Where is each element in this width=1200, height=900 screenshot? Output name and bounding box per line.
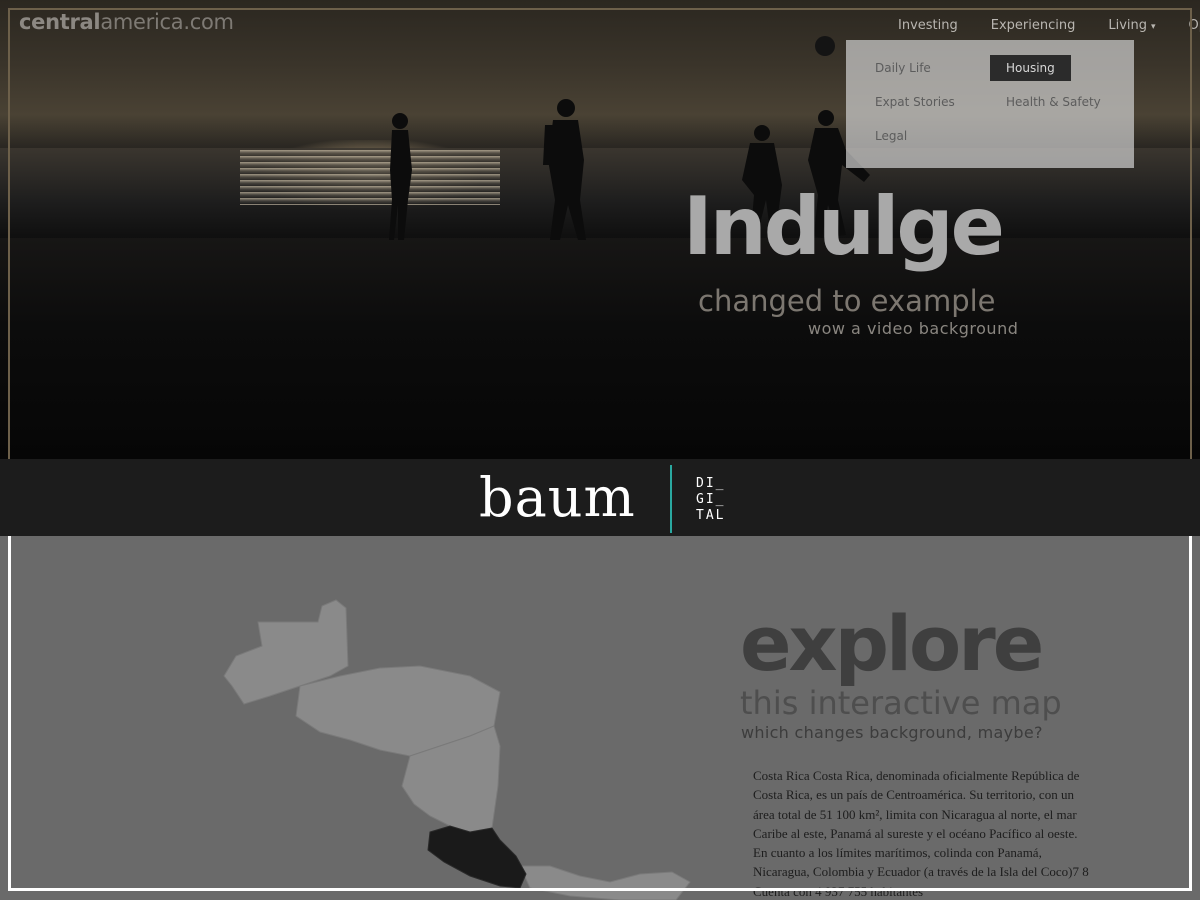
menu-item-housing[interactable]: Housing [990, 55, 1071, 81]
explore-section: explore this interactive map which chang… [0, 536, 1200, 900]
living-dropdown-menu: Daily Life Housing Expat Stories Health … [846, 40, 1134, 168]
map-country-costa-rica[interactable] [427, 825, 527, 889]
central-america-map [223, 599, 691, 900]
explore-subtitle: this interactive map [740, 684, 1062, 722]
nav-living[interactable]: Living ▾ [1108, 18, 1155, 33]
hero-note: wow a video background [808, 319, 1019, 338]
explore-title: explore [740, 599, 1044, 688]
brand-tag-line-3: TAL [696, 508, 726, 523]
menu-item-health-safety[interactable]: Health & Safety [1006, 95, 1101, 109]
brand-wordmark: baum [479, 466, 636, 529]
explore-description: Costa Rica Costa Rica, denominada oficia… [753, 768, 1089, 899]
brand-tag-line-1: DI_ [696, 476, 726, 491]
hero-video-background: centralamerica.com Investing Experiencin… [0, 0, 1200, 460]
nav-investing[interactable]: Investing [898, 18, 958, 33]
nav-living-label: Living [1108, 18, 1148, 33]
main-nav: Investing Experiencing Living▾ Opinion [898, 18, 1200, 33]
menu-item-daily-life[interactable]: Daily Life [875, 61, 931, 75]
hero-title: Indulge [683, 180, 1005, 273]
brand-tagline: DI_ GI_ TAL [696, 476, 725, 524]
nav-experiencing[interactable]: Experiencing [991, 18, 1076, 33]
logo-light-text: america.com [100, 10, 234, 34]
explore-note: which changes background, maybe? [741, 723, 1043, 742]
menu-item-expat-stories[interactable]: Expat Stories [875, 95, 955, 109]
brand-divider [670, 465, 672, 533]
logo-bold-text: central [19, 10, 101, 34]
volleyball [815, 36, 835, 56]
hero-subtitle: changed to example [698, 284, 996, 318]
brand-tag-line-2: GI_ [696, 492, 726, 507]
menu-item-legal[interactable]: Legal [875, 129, 907, 143]
site-logo[interactable]: centralamerica.com [19, 10, 234, 34]
nav-opinion[interactable]: Opinion [1189, 18, 1200, 33]
map-country-panama [519, 865, 691, 900]
caret-down-icon: ▾ [1151, 22, 1156, 32]
